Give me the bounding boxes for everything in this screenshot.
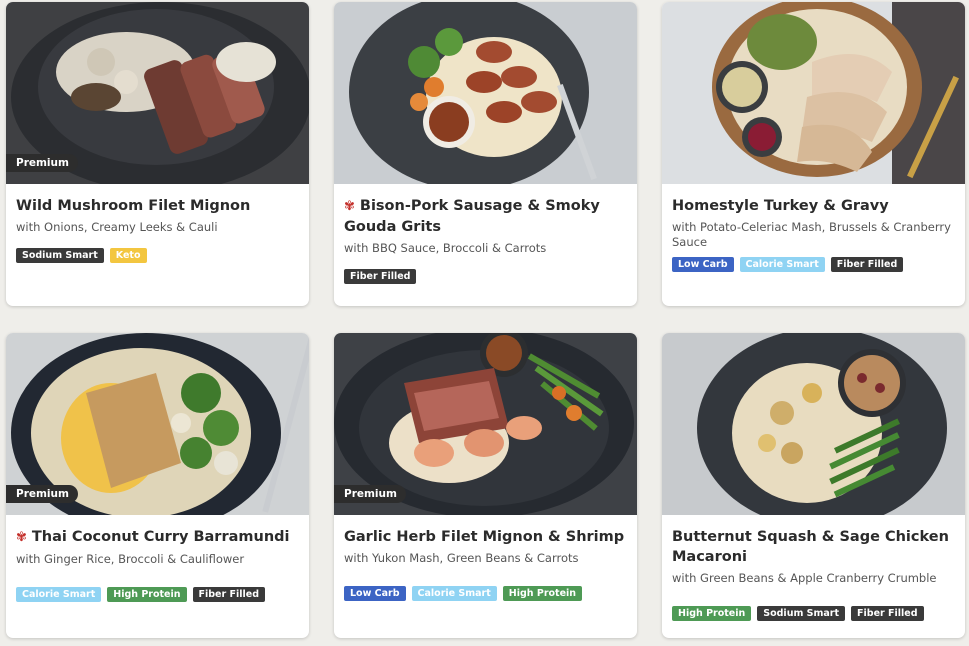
tag-sodium-smart: Sodium Smart	[757, 606, 846, 621]
meal-photo	[334, 2, 637, 184]
meal-title[interactable]: ✾ Thai Coconut Curry Barramundi	[16, 527, 299, 548]
tag-keto: Keto	[109, 248, 147, 263]
meal-photo: Premium	[334, 333, 637, 515]
tag-calorie-smart: Calorie Smart	[411, 586, 497, 601]
meal-card[interactable]: Premium Wild Mushroom Filet Mignon with …	[6, 2, 309, 306]
tag-calorie-smart: Calorie Smart	[16, 587, 102, 602]
meal-title[interactable]: Garlic Herb Filet Mignon & Shrimp	[344, 527, 627, 547]
premium-badge: Premium	[334, 485, 406, 503]
meal-card[interactable]: ✾ Bison-Pork Sausage & Smoky Gouda Grits …	[334, 2, 637, 306]
tag-list: Low Carb Calorie Smart High Protein	[344, 586, 627, 601]
chili-pepper-icon: ✾	[16, 530, 27, 545]
tag-low-carb: Low Carb	[672, 257, 734, 272]
tag-list: High Protein Sodium Smart Fiber Filled	[672, 606, 955, 621]
tag-fiber-filled: Fiber Filled	[830, 257, 904, 272]
meal-card[interactable]: Butternut Squash & Sage Chicken Macaroni…	[662, 333, 965, 638]
meal-subtitle: with Onions, Creamy Leeks & Cauli	[16, 220, 218, 234]
meal-subtitle: with Ginger Rice, Broccoli & Cauliflower	[16, 552, 245, 566]
meal-title[interactable]: Butternut Squash & Sage Chicken Macaroni	[672, 527, 955, 567]
tag-list: Low Carb Calorie Smart Fiber Filled	[672, 257, 955, 272]
meal-subtitle: with Potato-Celeriac Mash, Brussels & Cr…	[672, 220, 951, 249]
meal-subtitle: with Yukon Mash, Green Beans & Carrots	[344, 551, 579, 565]
tag-fiber-filled: Fiber Filled	[192, 587, 265, 602]
meal-photo: Premium	[6, 2, 309, 184]
tag-sodium-smart: Sodium Smart	[16, 248, 104, 263]
tag-high-protein: High Protein	[502, 586, 583, 601]
tag-list: Sodium Smart Keto	[16, 248, 299, 263]
meal-card[interactable]: Premium Garlic Herb Filet Mignon & Shrim…	[334, 333, 637, 638]
chili-pepper-icon: ✾	[344, 199, 355, 214]
tag-fiber-filled: Fiber Filled	[344, 269, 417, 284]
meal-title[interactable]: Homestyle Turkey & Gravy	[672, 196, 955, 216]
meal-card[interactable]: Homestyle Turkey & Gravy with Potato-Cel…	[662, 2, 965, 306]
meal-photo	[662, 333, 965, 515]
tag-fiber-filled: Fiber Filled	[851, 606, 924, 621]
meal-subtitle: with BBQ Sauce, Broccoli & Carrots	[344, 241, 547, 255]
tag-high-protein: High Protein	[672, 606, 752, 621]
meal-subtitle: with Green Beans & Apple Cranberry Crumb…	[672, 571, 937, 585]
premium-badge: Premium	[6, 485, 78, 503]
tag-high-protein: High Protein	[107, 587, 187, 602]
tag-list: Fiber Filled	[344, 269, 627, 284]
meal-title[interactable]: ✾ Bison-Pork Sausage & Smoky Gouda Grits	[344, 196, 627, 237]
meal-photo: Premium	[6, 333, 309, 515]
meal-title[interactable]: Wild Mushroom Filet Mignon	[16, 196, 299, 216]
meal-card[interactable]: Premium ✾ Thai Coconut Curry Barramundi w…	[6, 333, 309, 638]
premium-badge: Premium	[6, 154, 78, 172]
tag-calorie-smart: Calorie Smart	[739, 257, 825, 272]
tag-list: Calorie Smart High Protein Fiber Filled	[16, 587, 299, 602]
meal-photo	[662, 2, 965, 184]
tag-low-carb: Low Carb	[344, 586, 406, 601]
